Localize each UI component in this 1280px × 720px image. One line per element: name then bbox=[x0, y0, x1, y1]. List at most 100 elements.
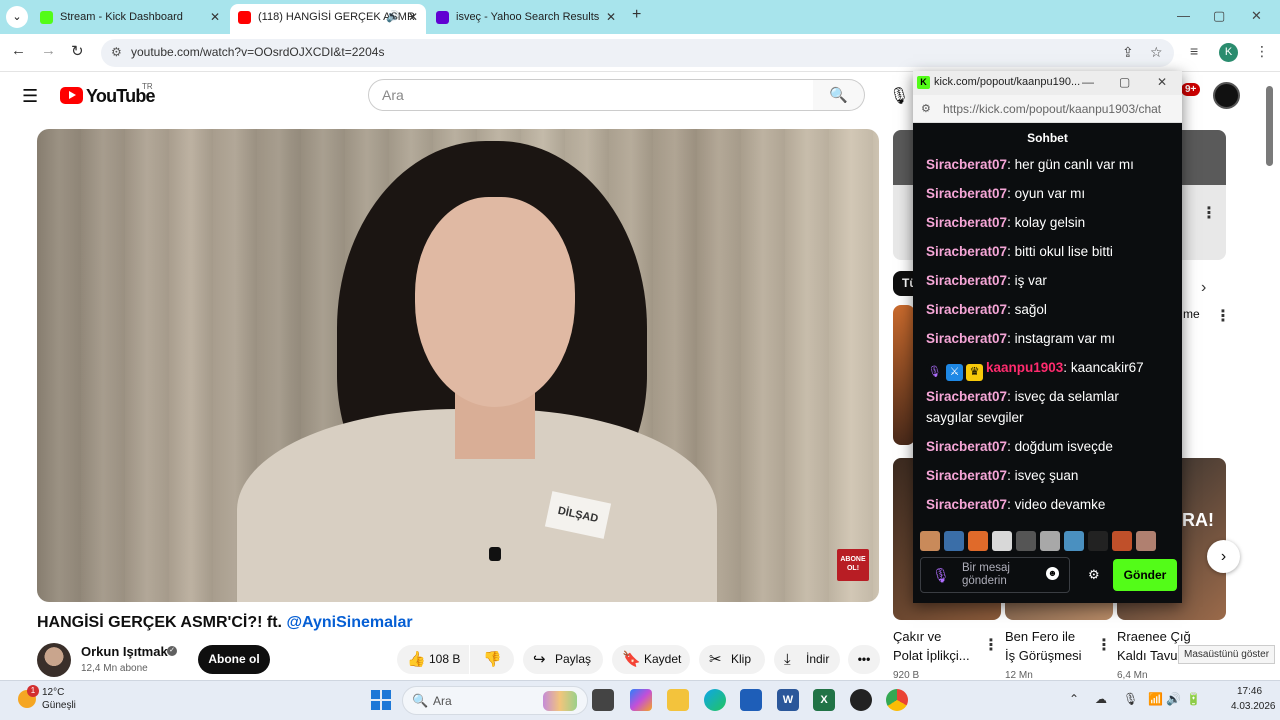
install-app-icon[interactable]: ⇪ bbox=[1122, 44, 1134, 61]
speaker-icon[interactable]: 🔊 bbox=[386, 4, 400, 30]
emote-icon[interactable] bbox=[968, 531, 988, 551]
youtube-profile-avatar[interactable] bbox=[1213, 82, 1240, 109]
excel-icon[interactable]: X bbox=[813, 689, 835, 711]
store-icon[interactable] bbox=[740, 689, 762, 711]
tab-search-button[interactable]: ⌄ bbox=[6, 6, 28, 28]
site-info-icon[interactable]: ⚙ bbox=[921, 102, 931, 115]
maximize-icon[interactable]: ▢ bbox=[1119, 75, 1130, 89]
more-vert-icon[interactable]: ⋮ bbox=[1201, 203, 1217, 223]
short-title-3b[interactable]: Kaldı Tavu bbox=[1117, 647, 1177, 665]
chat-username[interactable]: Siracberat07 bbox=[926, 157, 1007, 172]
tray-chevron-up-icon[interactable]: ⌃ bbox=[1069, 692, 1079, 706]
browser-profile-avatar[interactable]: K bbox=[1219, 43, 1238, 62]
microphone-tray-icon[interactable]: 🎙 bbox=[1123, 692, 1138, 706]
popup-address-bar[interactable]: ⚙ https://kick.com/popout/kaanpu1903/cha… bbox=[913, 95, 1182, 123]
obs-icon[interactable] bbox=[850, 689, 872, 711]
chat-username[interactable]: Siracberat07 bbox=[926, 439, 1007, 454]
chat-username[interactable]: Siracberat07 bbox=[926, 468, 1007, 483]
tab-youtube[interactable]: (118) HANGİSİ GERÇEK ASMR 🔊 ✕ bbox=[230, 4, 426, 34]
volume-icon[interactable]: 🔊 bbox=[1166, 692, 1181, 706]
emote-icon[interactable] bbox=[944, 531, 964, 551]
notification-count-badge[interactable]: 9+ bbox=[1181, 83, 1201, 96]
chat-settings-icon[interactable]: ⚙ bbox=[1088, 567, 1100, 583]
share-button[interactable]: ↪ Paylaş bbox=[523, 645, 603, 674]
save-button[interactable]: 🔖 Kaydet bbox=[612, 645, 690, 674]
short-title-2a[interactable]: Ben Fero ile bbox=[1005, 628, 1075, 646]
dislike-button[interactable]: 👎 bbox=[470, 645, 514, 674]
taskbar-search-box[interactable]: 🔍 Ara bbox=[402, 686, 588, 715]
address-bar[interactable]: ⚙ youtube.com/watch?v=OOsrdOJXCDI&t=2204… bbox=[101, 39, 1174, 67]
tab-kick-dashboard[interactable]: Stream - Kick Dashboard ✕ bbox=[32, 4, 228, 34]
chat-message-input[interactable]: 🎙 Bir mesaj gönderin ☻ bbox=[920, 557, 1070, 593]
cloud-sync-icon[interactable]: ☁ bbox=[1095, 692, 1107, 706]
more-actions-button[interactable]: ••• bbox=[848, 645, 880, 674]
chat-username[interactable]: Siracberat07 bbox=[926, 389, 1007, 404]
copilot-icon[interactable] bbox=[630, 689, 652, 711]
like-button[interactable]: 👍 108 B bbox=[397, 645, 469, 674]
emote-icon[interactable] bbox=[1088, 531, 1108, 551]
chip-next-icon[interactable]: › bbox=[1201, 279, 1206, 297]
chat-username[interactable]: Siracberat07 bbox=[926, 186, 1007, 201]
browser-menu-icon[interactable]: ⋮ bbox=[1255, 43, 1269, 60]
hamburger-menu-icon[interactable]: ☰ bbox=[22, 86, 38, 107]
chat-username[interactable]: Siracberat07 bbox=[926, 273, 1007, 288]
emote-icon[interactable] bbox=[1136, 531, 1156, 551]
more-vert-icon[interactable]: ⋮ bbox=[983, 635, 999, 655]
weather-condition[interactable]: Güneşli bbox=[42, 700, 76, 711]
emoji-icon[interactable]: ☻ bbox=[1046, 567, 1059, 580]
subscribe-overlay-badge[interactable]: ABONE OL! bbox=[837, 549, 869, 581]
reload-icon[interactable]: ↻ bbox=[71, 42, 84, 60]
battery-icon[interactable]: 🔋 bbox=[1186, 692, 1201, 706]
word-icon[interactable]: W bbox=[777, 689, 799, 711]
file-explorer-icon[interactable] bbox=[667, 689, 689, 711]
more-vert-icon[interactable]: ⋮ bbox=[1096, 635, 1112, 655]
more-vert-icon[interactable]: ⋮ bbox=[1215, 306, 1231, 326]
address-url[interactable]: youtube.com/watch?v=OOsrdOJXCDI&t=2204s bbox=[131, 45, 384, 59]
windows-start-icon[interactable] bbox=[371, 690, 391, 710]
minimize-icon[interactable]: — bbox=[1082, 75, 1094, 89]
task-view-icon[interactable] bbox=[592, 689, 614, 711]
chrome-icon[interactable] bbox=[886, 689, 908, 711]
close-window-icon[interactable]: ✕ bbox=[1251, 8, 1262, 24]
page-scrollbar[interactable] bbox=[1266, 86, 1273, 166]
emote-icon[interactable] bbox=[992, 531, 1012, 551]
search-input[interactable]: Ara bbox=[368, 79, 814, 111]
minimize-icon[interactable]: — bbox=[1177, 8, 1190, 23]
chat-username[interactable]: Siracberat07 bbox=[926, 302, 1007, 317]
chat-username[interactable]: kaanpu1903 bbox=[986, 360, 1063, 375]
weather-temperature[interactable]: 12°C bbox=[42, 687, 64, 698]
short-title-2b[interactable]: İş Görüşmesi bbox=[1005, 647, 1082, 665]
channel-name[interactable]: Orkun Işıtmak bbox=[81, 644, 168, 659]
sidebar-thumb-1[interactable] bbox=[893, 305, 915, 445]
edge-icon[interactable] bbox=[704, 689, 726, 711]
site-info-icon[interactable]: ⚙ bbox=[111, 45, 122, 59]
back-icon[interactable]: ← bbox=[11, 42, 26, 59]
shorts-next-button[interactable]: › bbox=[1207, 540, 1240, 573]
bookmark-star-icon[interactable]: ☆ bbox=[1150, 44, 1163, 61]
search-button[interactable]: 🔍 bbox=[813, 79, 865, 111]
title-mention-link[interactable]: @AyniSinemalar bbox=[286, 614, 412, 631]
clock-date[interactable]: 4.03.2026 bbox=[1231, 701, 1276, 712]
short-title-3a[interactable]: Rraenee Çığ bbox=[1117, 628, 1191, 646]
chat-username[interactable]: Siracberat07 bbox=[926, 331, 1007, 346]
popup-url[interactable]: https://kick.com/popout/kaanpu1903/chat bbox=[943, 102, 1161, 116]
wifi-icon[interactable]: 📶 bbox=[1148, 692, 1163, 706]
download-button[interactable]: ⤓ İndir bbox=[774, 645, 840, 674]
video-player[interactable]: DİLŞAD ABONE OL! bbox=[37, 129, 879, 602]
new-tab-button[interactable]: + bbox=[632, 6, 641, 24]
channel-avatar[interactable] bbox=[37, 643, 71, 677]
close-icon[interactable]: ✕ bbox=[1157, 75, 1167, 89]
emote-icon[interactable] bbox=[1112, 531, 1132, 551]
close-icon[interactable]: ✕ bbox=[606, 4, 616, 30]
tab-yahoo-search[interactable]: isveç - Yahoo Search Results ✕ bbox=[428, 4, 624, 34]
close-icon[interactable]: ✕ bbox=[408, 4, 418, 30]
emote-icon[interactable] bbox=[1064, 531, 1084, 551]
chat-username[interactable]: Siracberat07 bbox=[926, 244, 1007, 259]
short-title-1a[interactable]: Çakır ve bbox=[893, 628, 941, 646]
emote-icon[interactable] bbox=[1040, 531, 1060, 551]
short-title-1b[interactable]: Polat İplikçi... bbox=[893, 647, 970, 665]
close-icon[interactable]: ✕ bbox=[210, 4, 220, 30]
clip-button[interactable]: ✂ Klip bbox=[699, 645, 765, 674]
media-controls-icon[interactable]: ≡ bbox=[1190, 43, 1198, 59]
voice-search-icon[interactable]: 🎙 bbox=[889, 86, 909, 106]
